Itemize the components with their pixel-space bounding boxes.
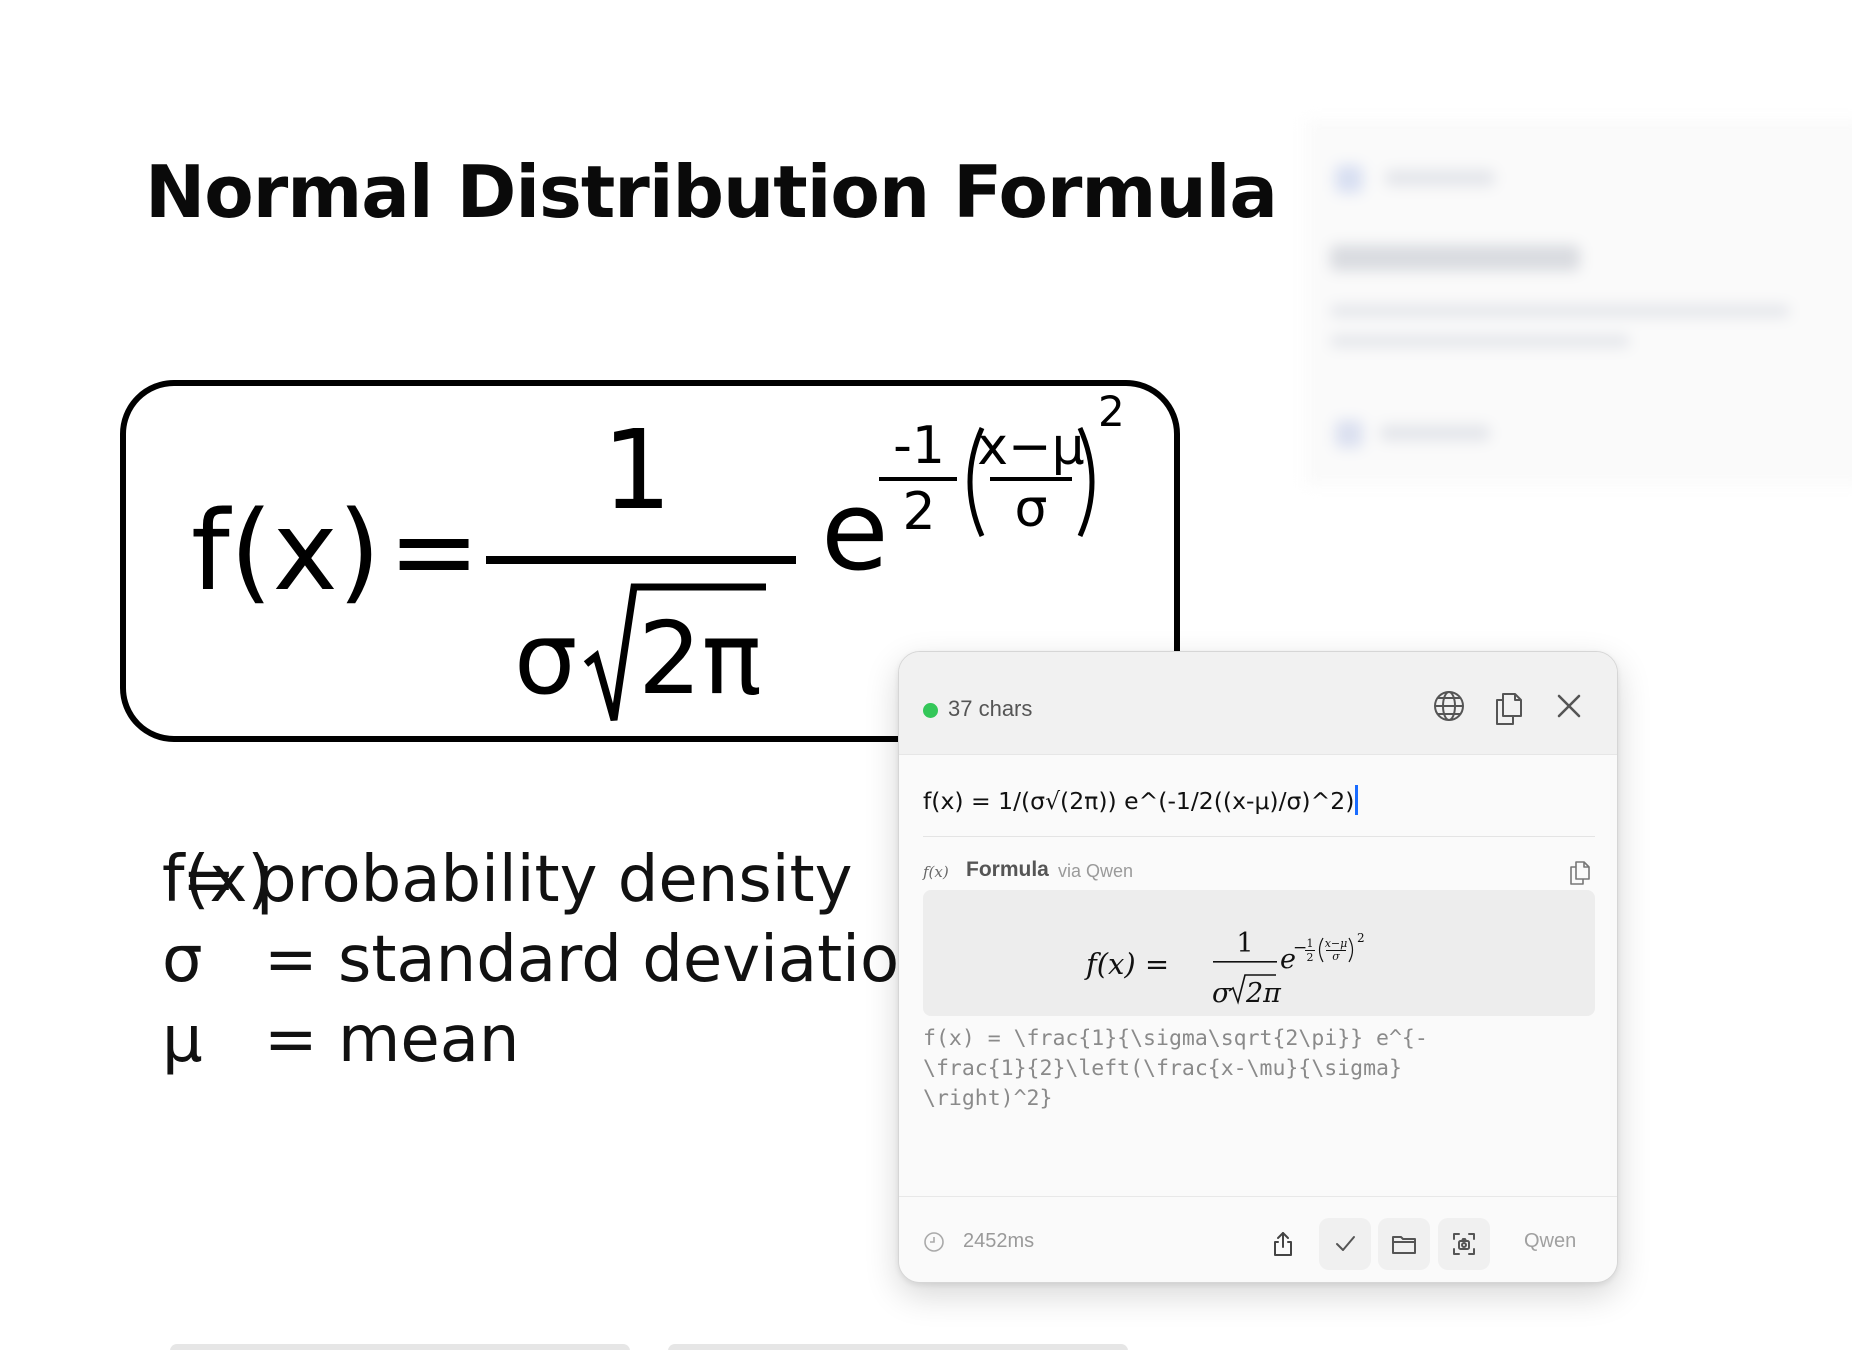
engine-attribution: via Qwen: [1058, 861, 1134, 881]
screenshot-icon: [1453, 1233, 1475, 1255]
rendered-numerator: 1: [1236, 928, 1253, 959]
ocr-result-popup: 37 chars f(x) = 1/(σ√(2π)) e^(-1/2((x-μ)…: [898, 651, 1618, 1283]
rendered-inner-den: σ: [1332, 950, 1340, 963]
inner-denominator: σ: [1015, 479, 1048, 539]
folder-icon: [1392, 1236, 1416, 1254]
blurred-background-window: [1305, 120, 1852, 485]
inner-numerator: x−μ: [977, 417, 1084, 477]
latex-source[interactable]: f(x) = \frac{1}{\sigma\sqrt{2\pi}} e^{- \…: [923, 1024, 1595, 1114]
rendered-inner-num: x−μ: [1325, 937, 1348, 950]
legend-row: σ = standard deviation: [162, 920, 940, 1000]
latex-line: f(x) = \frac{1}{\sigma\sqrt{2\pi}} e^{-: [923, 1026, 1428, 1051]
status-indicator: [923, 703, 938, 718]
exponent-numerator: -1: [893, 416, 945, 476]
globe-icon[interactable]: [1429, 686, 1469, 726]
formula-numerator: 1: [602, 406, 672, 534]
check-icon: [1336, 1236, 1355, 1251]
rendered-power: 2: [1357, 931, 1365, 945]
rendered-fraction-bar: [1213, 961, 1277, 963]
rendered-sigma: σ: [1212, 978, 1232, 1009]
formula-lhs: f(x): [191, 487, 381, 615]
background-pill: [170, 1344, 630, 1350]
latex-line: \frac{1}{2}\left(\frac{x-\mu}{\sigma}: [923, 1056, 1402, 1081]
legend-symbol: μ: [162, 1003, 203, 1077]
screenshot-button[interactable]: [1438, 1218, 1490, 1270]
rendered-formula-preview: f(x) = 1 σ 2π e − 1 2 x−μ σ 2: [923, 890, 1595, 1016]
rendered-left-paren: [1318, 937, 1324, 963]
rendered-exp-num: 1: [1307, 937, 1314, 950]
rendered-radicand: 2π: [1245, 978, 1282, 1009]
recognized-text-input[interactable]: f(x) = 1/(σ√(2π)) e^(-1/2((x-μ)/σ)^2): [923, 785, 1595, 825]
recognized-text: f(x) = 1/(σ√(2π)) e^(-1/2((x-μ)/σ)^2): [923, 787, 1355, 815]
exponent-bar: [879, 477, 957, 481]
close-icon[interactable]: [1549, 686, 1589, 726]
legend-text: = standard deviation: [264, 923, 940, 997]
share-button[interactable]: [1257, 1218, 1309, 1270]
exponent-denominator: 2: [902, 482, 935, 542]
rendered-formula: f(x) = 1 σ 2π e − 1 2 x−μ σ 2: [1084, 928, 1365, 1009]
rendered-exp-den: 2: [1307, 951, 1314, 964]
copy-latex-icon[interactable]: [1565, 857, 1595, 887]
background-pill: [668, 1344, 1128, 1350]
char-count: 37 chars: [948, 696, 1033, 721]
legend-symbol: σ: [162, 923, 203, 997]
engine-button[interactable]: Qwen: [1524, 1230, 1576, 1253]
rendered-right-paren: [1348, 937, 1354, 963]
page-title: Normal Distribution Formula: [145, 150, 1278, 234]
legend-row: f(x) = probability density: [162, 840, 940, 920]
formula-e: e: [821, 467, 889, 595]
confirm-button[interactable]: [1319, 1218, 1371, 1270]
elapsed-time: 2452ms: [963, 1230, 1035, 1252]
rendered-lhs: f(x) =: [1084, 947, 1169, 981]
divider: [923, 836, 1595, 837]
formula-equals: =: [388, 487, 480, 615]
legend-text: = mean: [264, 1003, 520, 1077]
popup-footer: 2452ms Qwen: [899, 1196, 1617, 1282]
popup-header: 37 chars: [899, 652, 1617, 755]
formula-fraction-bar: [486, 556, 796, 564]
formula-section-header: f(x) Formula via Qwen: [923, 855, 1595, 889]
function-icon: f(x): [923, 863, 949, 881]
save-to-folder-button[interactable]: [1378, 1218, 1430, 1270]
share-icon: [1274, 1232, 1292, 1256]
legend-text: = probability density: [182, 843, 853, 917]
latex-line: \right)^2}: [923, 1086, 1053, 1111]
text-caret: [1355, 785, 1359, 815]
rendered-exp-sign: −: [1293, 938, 1307, 958]
section-title: Formula: [966, 858, 1049, 881]
formula-power: 2: [1098, 387, 1125, 436]
formula-sigma: σ: [514, 600, 577, 717]
copy-icon[interactable]: [1489, 686, 1529, 726]
clock-icon: [924, 1232, 944, 1252]
variable-legend: f(x) = probability density σ = standard …: [162, 840, 940, 1080]
formula-radicand: 2π: [638, 600, 762, 717]
legend-row: μ = mean: [162, 1000, 940, 1080]
